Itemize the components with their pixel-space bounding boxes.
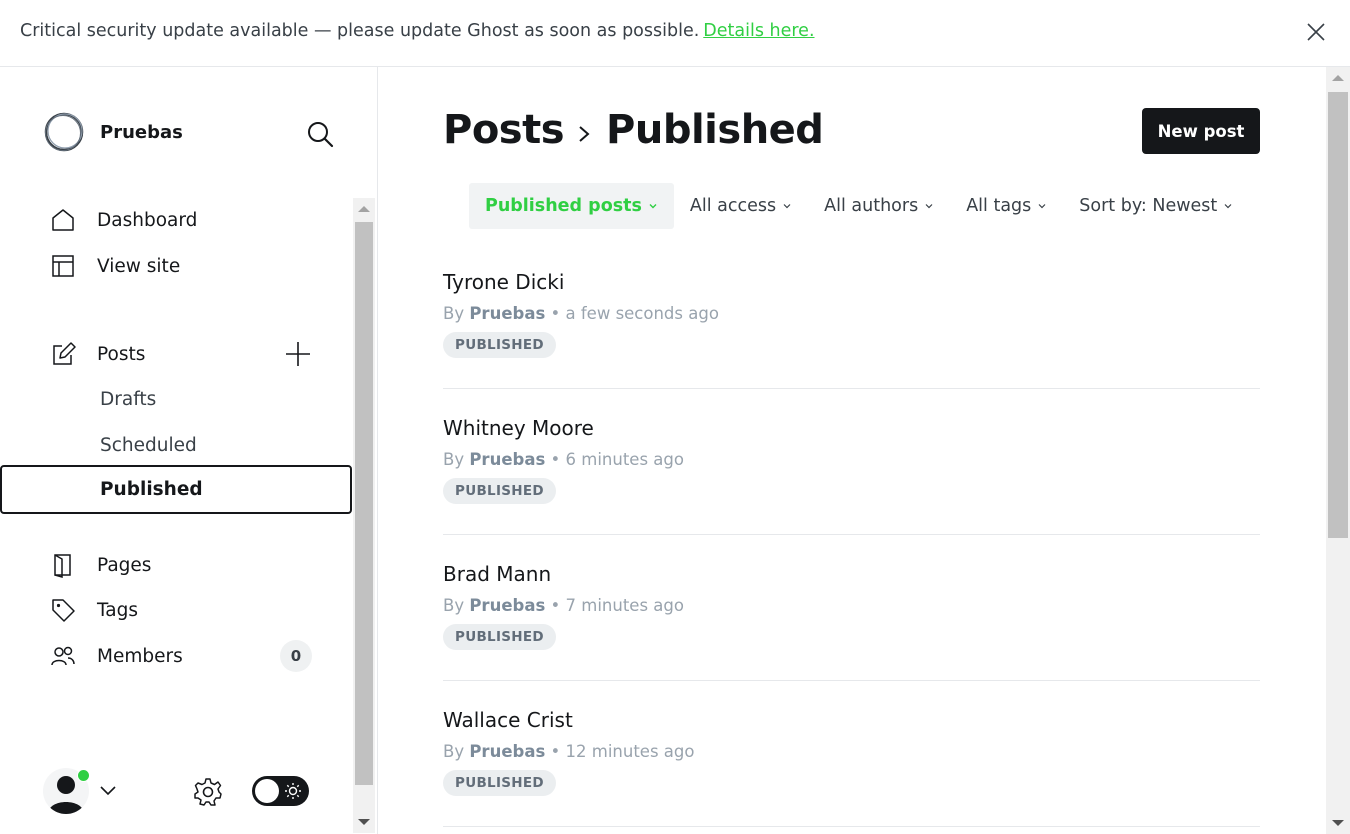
search-icon[interactable] <box>305 119 335 149</box>
breadcrumb-posts-link[interactable]: Posts <box>443 107 565 153</box>
chevron-down-icon <box>925 204 933 209</box>
add-post-icon[interactable] <box>284 340 312 368</box>
sidebar-item-label: Scheduled <box>100 434 197 456</box>
chevron-down-icon <box>783 204 791 209</box>
scroll-down-arrow-icon[interactable] <box>1332 820 1344 826</box>
online-status-dot <box>77 769 90 782</box>
post-meta: By Pruebas • 6 minutes ago <box>443 450 684 469</box>
sidebar-item-label: Dashboard <box>97 209 198 231</box>
toggle-knob <box>255 779 279 803</box>
scrollbar-thumb[interactable] <box>1328 92 1348 538</box>
sidebar-item-label: Members <box>97 645 183 667</box>
status-badge: PUBLISHED <box>443 332 556 358</box>
layout-icon <box>52 255 74 277</box>
breadcrumb: Posts Published <box>443 107 824 153</box>
status-badge: PUBLISHED <box>443 624 556 650</box>
sidebar: Pruebas Dashboard View site Posts Drafts <box>0 67 378 834</box>
sidebar-item-label: Pages <box>97 554 152 576</box>
list-item[interactable]: Brad Mann By Pruebas • 7 minutes ago PUB… <box>443 535 1260 681</box>
post-filters: Published posts All access All authors A… <box>469 183 1249 229</box>
filter-label: All tags <box>966 196 1032 216</box>
members-count-badge: 0 <box>280 640 312 672</box>
post-time: • a few seconds ago <box>550 304 719 323</box>
post-author: Pruebas <box>469 742 546 761</box>
post-time: • 6 minutes ago <box>550 450 684 469</box>
security-banner: Critical security update available — ple… <box>0 0 1350 67</box>
chevron-down-icon <box>1038 204 1046 209</box>
list-item[interactable]: Tyrone Dicki By Pruebas • a few seconds … <box>443 243 1260 389</box>
home-icon <box>52 209 74 231</box>
gear-icon[interactable] <box>193 777 223 807</box>
post-list: Tyrone Dicki By Pruebas • a few seconds … <box>443 243 1260 827</box>
sidebar-item-published[interactable]: Published <box>0 465 352 514</box>
theme-toggle[interactable] <box>252 776 309 806</box>
site-logo-icon[interactable] <box>43 111 85 153</box>
filter-label: Published posts <box>485 196 642 216</box>
post-time: • 12 minutes ago <box>550 742 695 761</box>
members-icon <box>51 646 75 666</box>
post-author: Pruebas <box>469 304 546 323</box>
sidebar-scrollbar[interactable] <box>353 198 375 833</box>
post-title[interactable]: Whitney Moore <box>443 416 594 440</box>
edit-icon <box>53 342 76 365</box>
list-item[interactable]: Whitney Moore By Pruebas • 6 minutes ago… <box>443 389 1260 535</box>
filter-authors-dropdown[interactable]: All authors <box>808 183 950 229</box>
post-meta: By Pruebas • a few seconds ago <box>443 304 719 323</box>
sidebar-item-dashboard[interactable]: Dashboard <box>0 198 352 242</box>
scroll-up-arrow-icon[interactable] <box>358 206 370 212</box>
sidebar-item-pages[interactable]: Pages <box>0 543 352 587</box>
post-title[interactable]: Brad Mann <box>443 562 551 586</box>
sidebar-item-members[interactable]: Members 0 <box>0 634 352 678</box>
scroll-down-arrow-icon[interactable] <box>358 819 370 825</box>
new-post-button[interactable]: New post <box>1142 108 1260 154</box>
filter-access-dropdown[interactable]: All access <box>674 183 808 229</box>
post-meta: By Pruebas • 12 minutes ago <box>443 742 695 761</box>
list-item[interactable]: Wallace Crist By Pruebas • 12 minutes ag… <box>443 681 1260 827</box>
post-author: Pruebas <box>469 596 546 615</box>
filter-label: All access <box>689 196 777 216</box>
status-badge: PUBLISHED <box>443 478 556 504</box>
sidebar-item-label: Posts <box>97 343 146 365</box>
tag-icon <box>52 599 75 622</box>
sidebar-item-label: Drafts <box>100 388 157 410</box>
banner-message: Critical security update available — ple… <box>20 21 815 41</box>
page-icon <box>54 554 71 578</box>
sidebar-item-label: Tags <box>97 599 138 621</box>
sun-icon <box>285 783 301 799</box>
filter-label: Sort by: Newest <box>1079 196 1218 216</box>
sidebar-item-label: View site <box>97 255 181 277</box>
filter-tags-dropdown[interactable]: All tags <box>950 183 1063 229</box>
chevron-down-icon[interactable] <box>99 781 117 799</box>
sort-dropdown[interactable]: Sort by: Newest <box>1063 183 1249 229</box>
main-scrollbar[interactable] <box>1326 67 1350 834</box>
chevron-down-icon <box>649 204 657 209</box>
chevron-down-icon <box>1224 204 1232 209</box>
status-badge: PUBLISHED <box>443 770 556 796</box>
sidebar-item-scheduled[interactable]: Scheduled <box>0 423 352 467</box>
filter-type-dropdown[interactable]: Published posts <box>469 183 674 229</box>
sidebar-item-drafts[interactable]: Drafts <box>0 377 352 421</box>
chevron-right-icon <box>579 126 590 142</box>
main-content: Posts Published New post Published posts… <box>378 67 1326 834</box>
sidebar-item-tags[interactable]: Tags <box>0 588 352 632</box>
post-meta: By Pruebas • 7 minutes ago <box>443 596 684 615</box>
sidebar-item-label: Published <box>100 479 203 500</box>
post-title[interactable]: Wallace Crist <box>443 708 573 732</box>
sidebar-item-view-site[interactable]: View site <box>0 244 352 288</box>
scrollbar-thumb[interactable] <box>355 222 373 785</box>
banner-details-link[interactable]: Details here. <box>703 21 814 41</box>
sidebar-item-posts[interactable]: Posts <box>0 332 352 376</box>
page-title: Published <box>606 107 824 153</box>
post-author: Pruebas <box>469 450 546 469</box>
filter-label: All authors <box>824 196 919 216</box>
post-title[interactable]: Tyrone Dicki <box>443 270 564 294</box>
site-name[interactable]: Pruebas <box>100 122 183 143</box>
close-icon[interactable] <box>1304 20 1328 44</box>
scroll-up-arrow-icon[interactable] <box>1332 75 1344 81</box>
post-time: • 7 minutes ago <box>550 596 684 615</box>
